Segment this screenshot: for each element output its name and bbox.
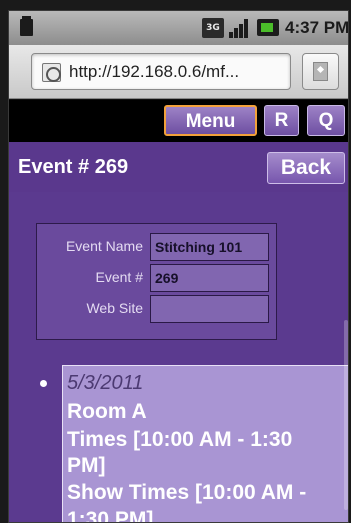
menu-button[interactable]: Menu [164, 105, 257, 136]
event-number-row: Event # 269 [37, 262, 278, 292]
browser-url-bar: http://192.168.0.6/mf... [9, 45, 348, 99]
web-site-row: Web Site [37, 293, 278, 323]
status-time: 4:37 PM [285, 18, 349, 37]
schedule-date: 5/3/2011 [67, 372, 144, 394]
event-number-label: Event # [95, 269, 143, 285]
network-3g-icon: 3G [202, 18, 224, 38]
page-header: Event # 269 Back [9, 142, 348, 192]
page-scrollbar[interactable] [344, 320, 348, 510]
r-button[interactable]: R [264, 105, 299, 136]
web-site-label: Web Site [86, 300, 143, 316]
battery-icon [257, 19, 279, 36]
schedule-room: Room A [67, 400, 147, 423]
schedule-times-line2: PM] [67, 454, 106, 477]
schedule-item[interactable]: 5/3/2011 Room A Times [10:00 AM - 1:30 P… [62, 365, 348, 523]
schedule-show-times-line2: 1:30 PM] [67, 508, 154, 523]
sd-card-icon [20, 16, 33, 36]
signal-strength-icon [229, 18, 251, 38]
event-info-table: Event Name Stitching 101 Event # 269 Web… [36, 223, 277, 340]
q-button[interactable]: Q [307, 105, 345, 136]
url-field[interactable]: http://192.168.0.6/mf... [31, 53, 291, 90]
event-name-label: Event Name [65, 238, 143, 254]
web-page: Menu R Q Event # 269 Back Event Name Sti… [9, 100, 348, 523]
site-globe-icon [42, 63, 61, 82]
bookmark-icon [313, 62, 328, 81]
web-site-value [150, 295, 269, 323]
event-number-value: 269 [150, 264, 269, 292]
list-bullet [40, 380, 47, 387]
url-text: http://192.168.0.6/mf... [69, 62, 240, 81]
schedule-times-line1: Times [10:00 AM - 1:30 [67, 428, 293, 451]
status-bar: 3G 4:37 PM [9, 11, 349, 45]
event-name-row: Event Name Stitching 101 [37, 231, 278, 261]
event-name-value: Stitching 101 [150, 233, 269, 261]
bookmark-button[interactable] [302, 53, 339, 90]
page-title: Event # 269 [18, 156, 129, 178]
back-button[interactable]: Back [267, 152, 345, 184]
phone-screen: 3G 4:37 PM http://192.168.0.6/mf... Menu… [8, 10, 349, 523]
top-nav: Menu R Q [9, 100, 348, 142]
schedule-show-times-line1: Show Times [10:00 AM - [67, 481, 307, 504]
